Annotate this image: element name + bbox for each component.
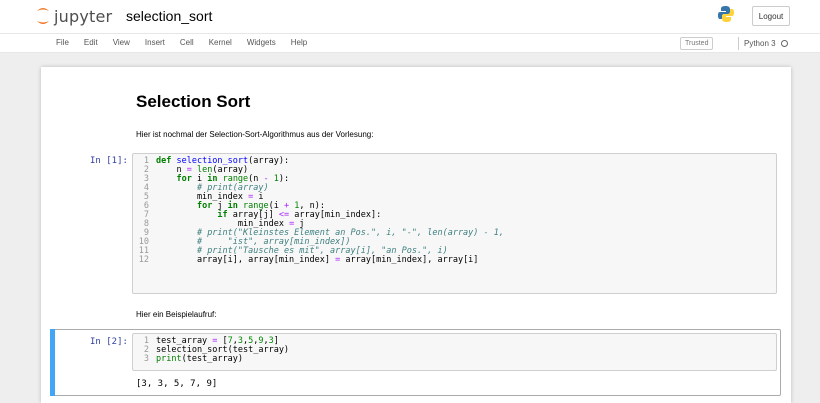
kernel-indicator[interactable]: Python 3 [738,37,788,50]
menu-items: File Edit View Insert Cell Kernel Widget… [56,38,322,47]
menu-view[interactable]: View [113,38,130,47]
menu-bar: File Edit View Insert Cell Kernel Widget… [0,33,820,53]
kernel-status-icon [780,40,788,47]
code-line: 3 print(test_array) [143,354,244,364]
markdown-intro-text: Hier ist nochmal der Selection-Sort-Algo… [136,130,374,139]
python-logo-icon [717,5,735,28]
kernel-name: Python 3 [744,39,776,48]
menu-edit[interactable]: Edit [84,38,98,47]
markdown-heading: Selection Sort [136,92,251,111]
menu-widgets[interactable]: Widgets [247,38,276,47]
menu-cell[interactable]: Cell [180,38,194,47]
code-line: 12 array[i], array[min_index] = array[mi… [138,255,479,265]
menu-kernel[interactable]: Kernel [209,38,232,47]
menu-file[interactable]: File [56,38,69,47]
trusted-badge[interactable]: Trusted [680,37,714,50]
menu-insert[interactable]: Insert [145,38,165,47]
header-bar: jupyter selection_sort Logout [0,0,820,33]
cell-2-prompt: In [2]: [90,337,128,347]
cell-1-prompt: In [1]: [90,156,128,166]
markdown-example-text: Hier ein Beispielaufruf: [136,310,217,319]
jupyter-logo[interactable]: jupyter [36,5,112,27]
menu-help[interactable]: Help [291,38,307,47]
cell-2-output: [3, 3, 5, 7, 9] [136,379,218,389]
cell-1-code-editor[interactable]: 1 def selection_sort(array): 2 n = len(ar… [132,153,777,294]
logout-button[interactable]: Logout [752,6,790,26]
notebook-name[interactable]: selection_sort [126,8,212,24]
jupyter-logo-icon [37,8,49,24]
jupyter-logo-text: jupyter [54,6,113,26]
cell-2-code-editor[interactable]: 1 test_array = [7,3,5,9,3] 2 selection_sor… [132,333,777,371]
selected-cell-indicator [50,329,55,396]
